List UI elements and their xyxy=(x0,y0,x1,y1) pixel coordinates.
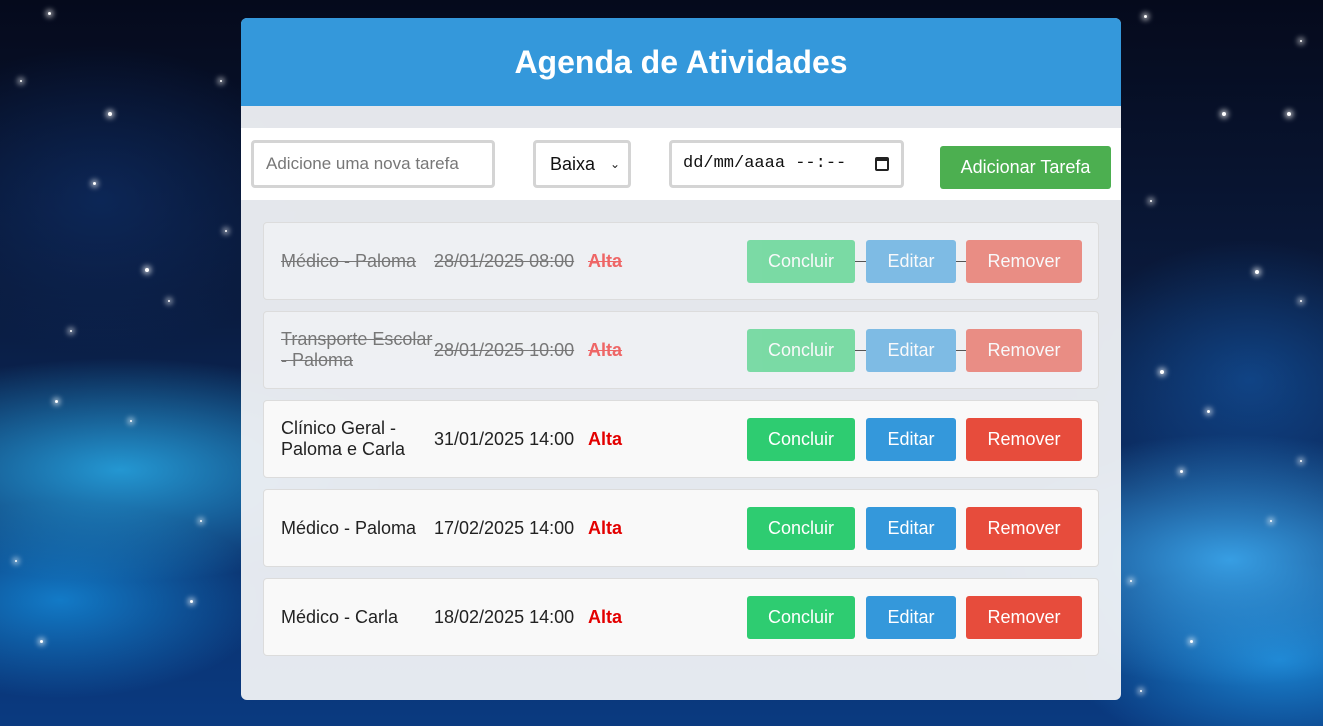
remove-button[interactable]: Remover xyxy=(966,596,1082,639)
datetime-input[interactable]: dd/mm/aaaa --:-- xyxy=(669,140,904,188)
task-name: Médico - Paloma xyxy=(281,517,417,538)
remove-button[interactable]: Remover xyxy=(966,240,1082,283)
star-decoration xyxy=(55,400,58,403)
star-decoration xyxy=(93,182,96,185)
star-decoration xyxy=(40,640,43,643)
separator-line xyxy=(956,261,966,262)
priority-select[interactable]: Baixa ⌄ xyxy=(533,140,631,188)
star-decoration xyxy=(1222,112,1226,116)
app-container: Agenda de Atividades Adicione uma nova t… xyxy=(241,18,1121,700)
add-task-form: Adicione uma nova tarefa Baixa ⌄ dd/mm/a… xyxy=(241,128,1121,200)
star-decoration xyxy=(15,560,17,562)
star-decoration xyxy=(168,300,170,302)
conclude-button[interactable]: Concluir xyxy=(747,596,855,639)
task-date: 17/02/2025 14:00 xyxy=(434,517,575,538)
page-title: Agenda de Atividades xyxy=(514,43,848,80)
star-decoration xyxy=(1144,15,1147,18)
edit-button[interactable]: Editar xyxy=(866,418,956,461)
star-decoration xyxy=(1207,410,1210,413)
task-row: Clínico Geral - Paloma e Carla 31/01/202… xyxy=(263,400,1099,478)
conclude-button[interactable]: Concluir xyxy=(747,507,855,550)
remove-button[interactable]: Remover xyxy=(966,329,1082,372)
edit-button[interactable]: Editar xyxy=(866,596,956,639)
star-decoration xyxy=(70,330,72,332)
edit-button[interactable]: Editar xyxy=(866,240,956,283)
task-row: Transporte Escolar - Paloma 28/01/2025 1… xyxy=(263,311,1099,389)
app-header: Agenda de Atividades xyxy=(241,18,1121,106)
star-decoration xyxy=(220,80,222,82)
star-decoration xyxy=(20,80,22,82)
star-decoration xyxy=(1140,690,1142,692)
conclude-button[interactable]: Concluir xyxy=(747,418,855,461)
task-priority: Alta xyxy=(588,339,623,360)
separator-line xyxy=(956,350,966,351)
task-name: Clínico Geral - Paloma e Carla xyxy=(281,418,406,459)
star-decoration xyxy=(1180,470,1183,473)
task-row: Médico - Paloma 28/01/2025 08:00 Alta Co… xyxy=(263,222,1099,300)
task-name: Transporte Escolar - Paloma xyxy=(281,329,433,370)
task-priority: Alta xyxy=(588,517,623,538)
task-date: 28/01/2025 10:00 xyxy=(434,339,575,360)
task-name: Médico - Paloma xyxy=(281,250,417,271)
star-decoration xyxy=(1300,300,1302,302)
conclude-button[interactable]: Concluir xyxy=(747,329,855,372)
star-decoration xyxy=(1255,270,1259,274)
star-decoration xyxy=(48,12,51,15)
star-decoration xyxy=(200,520,202,522)
task-date: 18/02/2025 14:00 xyxy=(434,606,575,627)
star-decoration xyxy=(1190,640,1193,643)
task-row: Médico - Paloma 17/02/2025 14:00 Alta Co… xyxy=(263,489,1099,567)
task-priority: Alta xyxy=(588,250,623,271)
star-decoration xyxy=(1150,200,1152,202)
star-decoration xyxy=(225,230,227,232)
task-date: 28/01/2025 08:00 xyxy=(434,250,575,271)
task-priority: Alta xyxy=(588,428,623,449)
separator-line xyxy=(855,261,866,262)
conclude-button[interactable]: Concluir xyxy=(747,240,855,283)
star-decoration xyxy=(1270,520,1272,522)
datetime-placeholder: dd/mm/aaaa --:-- xyxy=(683,154,847,173)
task-priority: Alta xyxy=(588,606,623,627)
edit-button[interactable]: Editar xyxy=(866,329,956,372)
separator-line xyxy=(855,350,866,351)
priority-selected-value: Baixa xyxy=(550,154,596,174)
task-name: Médico - Carla xyxy=(281,606,399,627)
star-decoration xyxy=(1160,370,1164,374)
calendar-icon[interactable] xyxy=(875,157,889,171)
add-task-button[interactable]: Adicionar Tarefa xyxy=(940,146,1111,189)
new-task-input[interactable]: Adicione uma nova tarefa xyxy=(251,140,495,188)
task-list: Médico - Paloma 28/01/2025 08:00 Alta Co… xyxy=(263,222,1099,667)
star-decoration xyxy=(1300,460,1302,462)
star-decoration xyxy=(1130,580,1132,582)
edit-button[interactable]: Editar xyxy=(866,507,956,550)
star-decoration xyxy=(145,268,149,272)
star-decoration xyxy=(108,112,112,116)
star-decoration xyxy=(1287,112,1291,116)
task-row: Médico - Carla 18/02/2025 14:00 Alta Con… xyxy=(263,578,1099,656)
remove-button[interactable]: Remover xyxy=(966,418,1082,461)
remove-button[interactable]: Remover xyxy=(966,507,1082,550)
task-date: 31/01/2025 14:00 xyxy=(434,428,575,449)
chevron-down-icon: ⌄ xyxy=(609,157,620,171)
star-decoration xyxy=(190,600,193,603)
star-decoration xyxy=(130,420,132,422)
star-decoration xyxy=(1300,40,1302,42)
